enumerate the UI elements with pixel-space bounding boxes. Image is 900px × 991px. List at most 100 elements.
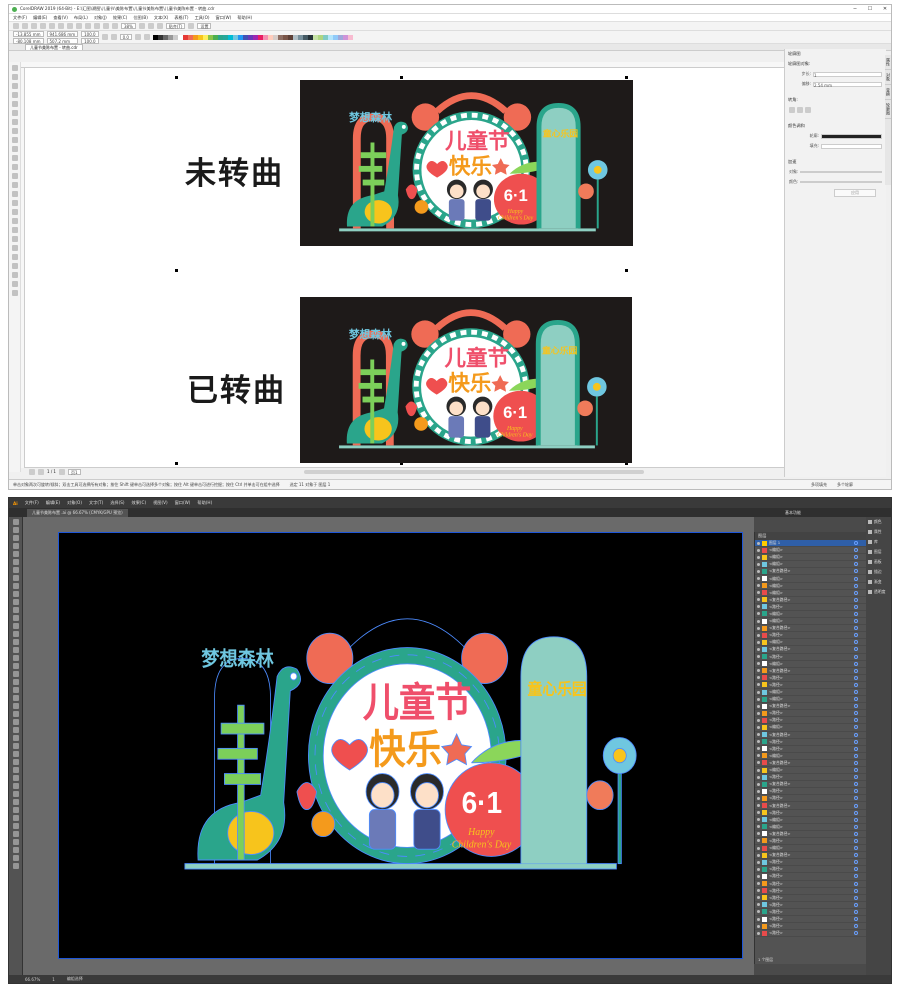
menu-item[interactable]: 文件(F) <box>25 500 39 506</box>
menu-item[interactable]: 对象(O) <box>67 500 82 506</box>
tool-icon[interactable] <box>11 191 18 197</box>
visibility-eye-icon[interactable] <box>757 704 760 708</box>
layer-row[interactable]: <路径> <box>755 923 866 931</box>
visibility-eye-icon[interactable] <box>757 853 760 857</box>
outline-width-field[interactable]: 0.0 <box>119 34 132 40</box>
visibility-eye-icon[interactable] <box>757 860 760 864</box>
target-icon[interactable] <box>854 732 858 737</box>
visibility-eye-icon[interactable] <box>757 839 760 843</box>
menu-item[interactable]: 效果(C) <box>132 500 147 506</box>
horizontal-scrollbar[interactable] <box>303 469 644 474</box>
tool-icon[interactable] <box>11 272 18 278</box>
visibility-eye-icon[interactable] <box>757 924 760 928</box>
visibility-eye-icon[interactable] <box>757 725 760 729</box>
target-icon[interactable] <box>854 682 858 687</box>
export-icon[interactable] <box>112 23 118 29</box>
panel-button[interactable]: 属性 <box>866 527 891 537</box>
visibility-eye-icon[interactable] <box>757 577 760 581</box>
visibility-eye-icon[interactable] <box>757 818 760 822</box>
full-screen-icon[interactable] <box>138 23 145 29</box>
target-icon[interactable] <box>854 548 858 553</box>
visibility-eye-icon[interactable] <box>757 640 760 644</box>
target-icon[interactable] <box>854 739 858 744</box>
layer-row[interactable]: <路径> <box>755 888 866 895</box>
tool-icon[interactable] <box>11 218 18 224</box>
height-field[interactable]: 507.2 mm <box>46 37 79 44</box>
layer-row[interactable]: <路径> <box>755 902 866 909</box>
selection-handle[interactable] <box>400 76 403 79</box>
visibility-eye-icon[interactable] <box>757 669 760 673</box>
tool-icon[interactable] <box>12 607 19 613</box>
layer-row[interactable]: <编组> <box>755 689 866 697</box>
target-icon[interactable] <box>854 604 858 609</box>
tool-icon[interactable] <box>12 863 19 869</box>
tool-icon[interactable] <box>12 831 19 837</box>
target-icon[interactable] <box>854 931 858 936</box>
tool-icon[interactable] <box>12 631 19 637</box>
page-tab[interactable]: 页1 <box>67 468 81 475</box>
tool-icon[interactable] <box>11 182 18 188</box>
tool-icon[interactable] <box>12 535 19 541</box>
fill-color-swatch[interactable] <box>821 143 882 149</box>
layer-row[interactable]: <路径> <box>755 873 866 881</box>
menu-item[interactable]: 查看(V) <box>53 15 68 21</box>
tool-icon[interactable] <box>12 695 19 701</box>
target-icon[interactable] <box>854 796 858 801</box>
layer-row[interactable]: <路径> <box>755 632 866 640</box>
layer-row[interactable]: <编组> <box>755 554 866 562</box>
layer-row[interactable]: <路径> <box>755 774 866 782</box>
target-icon[interactable] <box>854 753 858 758</box>
layer-row[interactable]: <路径> <box>755 810 866 817</box>
tool-icon[interactable] <box>11 110 18 116</box>
visibility-eye-icon[interactable] <box>757 690 760 694</box>
layer-row[interactable]: <复合路径> <box>755 831 866 838</box>
tool-icon[interactable] <box>12 743 19 749</box>
x-position-field[interactable]: -13.855 mm <box>13 30 44 37</box>
target-icon[interactable] <box>854 562 858 567</box>
target-icon[interactable] <box>854 888 858 893</box>
layer-row[interactable]: <复合路径> <box>755 646 866 654</box>
target-icon[interactable] <box>854 746 858 751</box>
panel-button[interactable]: 颜色 <box>866 517 891 527</box>
artboard-nav[interactable]: 1 <box>52 977 55 982</box>
tool-icon[interactable] <box>11 227 18 233</box>
close-button[interactable]: ✕ <box>879 6 891 12</box>
visibility-eye-icon[interactable] <box>757 733 760 737</box>
layer-row[interactable]: <编组> <box>755 611 866 619</box>
layer-row[interactable]: <编组> <box>755 661 866 668</box>
visibility-eye-icon[interactable] <box>757 541 760 545</box>
layer-row[interactable]: <复合路径> <box>755 732 866 739</box>
menu-item[interactable]: 帮助(H) <box>237 15 252 21</box>
layer-row[interactable]: <路径> <box>755 739 866 746</box>
visibility-eye-icon[interactable] <box>757 584 760 588</box>
panel-button[interactable]: 画板 <box>866 557 891 567</box>
visibility-eye-icon[interactable] <box>757 655 760 659</box>
visibility-eye-icon[interactable] <box>757 896 760 900</box>
target-icon[interactable] <box>854 569 858 574</box>
color-palette[interactable] <box>152 34 353 40</box>
settings-gear-icon[interactable] <box>188 23 195 29</box>
target-icon[interactable] <box>854 775 858 780</box>
layer-row[interactable]: <编组> <box>755 845 866 853</box>
panel-button[interactable]: 库 <box>866 537 891 547</box>
target-icon[interactable] <box>854 902 858 907</box>
layer-row[interactable]: <路径> <box>755 930 866 938</box>
layer-row[interactable]: <编组> <box>755 724 866 732</box>
lock-ratio-icon[interactable] <box>101 34 108 40</box>
target-icon[interactable] <box>854 576 858 581</box>
width-field[interactable]: 941.686 mm <box>46 30 79 37</box>
target-icon[interactable] <box>854 725 858 730</box>
visibility-eye-icon[interactable] <box>757 605 760 609</box>
zoom-field[interactable]: 66.67% <box>25 977 40 982</box>
tool-icon[interactable] <box>11 200 18 206</box>
panel-button[interactable]: 渐变 <box>866 577 891 587</box>
visibility-eye-icon[interactable] <box>757 867 760 871</box>
visibility-eye-icon[interactable] <box>757 846 760 850</box>
visibility-eye-icon[interactable] <box>757 882 760 886</box>
tool-icon[interactable] <box>12 551 19 557</box>
selection-handle[interactable] <box>625 269 628 272</box>
menu-item[interactable]: 布局(L) <box>74 15 88 21</box>
visibility-eye-icon[interactable] <box>757 697 760 701</box>
target-icon[interactable] <box>854 895 858 900</box>
save-icon[interactable] <box>31 23 37 29</box>
